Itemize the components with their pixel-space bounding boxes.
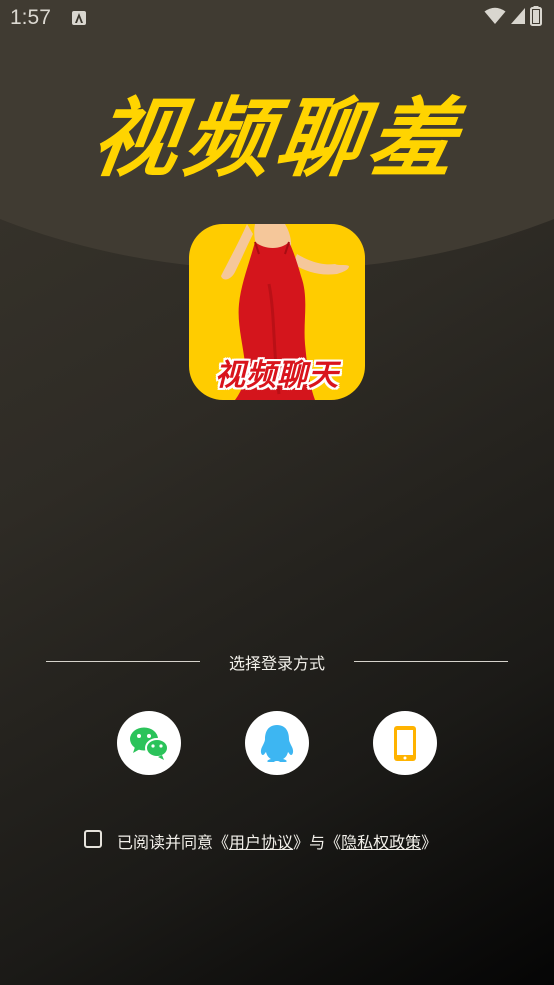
login-method-divider: 选择登录方式 [46, 648, 508, 676]
agreement-conjunction: 与 [309, 833, 326, 852]
bracket-open: 《 [325, 833, 342, 852]
login-method-label: 选择登录方式 [228, 654, 325, 673]
phone-icon [394, 726, 416, 761]
app-notification-icon [72, 10, 86, 25]
bracket-open: 《 [213, 833, 230, 852]
wechat-login-button[interactable] [117, 711, 181, 775]
status-bar: 1:57 [0, 0, 554, 38]
login-screen: 1:57 视频聊羞 视频聊天 选择登录方式 已阅读并同意《用户协议》与《隐私权政… [0, 0, 554, 985]
divider-line-right [354, 661, 508, 662]
status-time: 1:57 [10, 6, 51, 29]
wechat-icon [130, 727, 169, 760]
qq-icon [260, 725, 294, 762]
phone-login-button[interactable] [373, 711, 437, 775]
agreement-checkbox[interactable] [84, 830, 102, 848]
wifi-icon [484, 7, 506, 29]
agreement-row: 已阅读并同意《用户协议》与《隐私权政策》 [0, 826, 554, 854]
qq-login-button[interactable] [245, 711, 309, 775]
signal-icon [510, 7, 526, 29]
user-agreement-link[interactable]: 用户协议 [229, 833, 293, 852]
agreement-text: 已阅读并同意《用户协议》与《隐私权政策》 [117, 829, 437, 853]
battery-icon [530, 6, 542, 30]
privacy-policy-link[interactable]: 隐私权政策 [341, 833, 421, 852]
app-logo: 视频聊天 [189, 224, 365, 400]
bracket-close: 》 [293, 833, 310, 852]
status-icons [484, 6, 542, 30]
logo-text: 视频聊天 [215, 358, 339, 393]
app-title: 视频聊羞 [85, 89, 469, 189]
bracket-close: 》 [421, 833, 438, 852]
agreement-prefix: 已阅读并同意 [117, 833, 214, 852]
